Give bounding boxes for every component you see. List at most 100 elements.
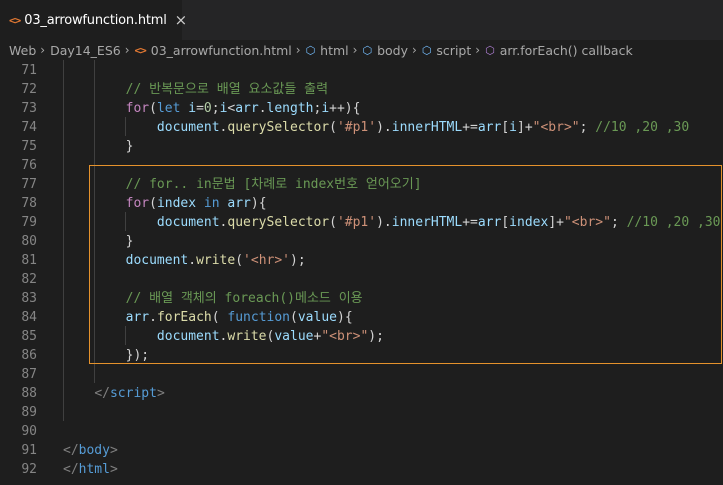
code-token: arr	[235, 101, 259, 116]
code-token: (	[149, 101, 157, 116]
code-token: arr	[125, 310, 150, 325]
code-token: // for.. in문법 [차례로 index번호 얻어오기]	[125, 177, 422, 192]
code-line[interactable]: 83 // 배열 객체의 foreach()메소드 이용	[0, 289, 723, 308]
breadcrumb-item-web[interactable]: Web	[9, 43, 36, 58]
line-number: 89	[21, 405, 37, 420]
code-token: ).	[376, 215, 392, 230]
code-line[interactable]: 82	[0, 270, 723, 289]
code-token: //10 ,20 ,30	[595, 120, 690, 135]
code-line[interactable]: 77 // for.. in문법 [차례로 index번호 얻어오기]	[0, 175, 723, 194]
code-token: ;	[211, 101, 220, 116]
code-token: //10 ,20 ,30	[626, 215, 721, 230]
code-token: .	[188, 253, 197, 268]
code-token: +=	[462, 120, 478, 135]
tab-bar: <> 03_arrowfunction.html ×	[0, 0, 723, 40]
line-number: 71	[21, 63, 37, 78]
code-line[interactable]: 71	[0, 61, 723, 80]
code-line[interactable]: 88 </script>	[0, 384, 723, 403]
code-text: for(index in arr){	[63, 194, 267, 213]
breadcrumb-item-callback[interactable]: ⬡ arr.forEach() callback	[485, 43, 633, 58]
code-token: </	[63, 443, 79, 458]
code-line[interactable]: 81 document.write('<hr>');	[0, 251, 723, 270]
line-number: 87	[21, 367, 37, 382]
code-text: // 배열 객체의 foreach()메소드 이용	[63, 289, 363, 308]
code-token: "<br>"	[321, 329, 369, 344]
code-token: // 반복문으로 배열 요소값들 출력	[125, 82, 329, 97]
code-line[interactable]: 91 </body>	[0, 441, 723, 460]
code-line[interactable]: 74 document.querySelector('#p1').innerHT…	[0, 118, 723, 137]
code-line[interactable]: 89	[0, 403, 723, 422]
tab-03-arrowfunction[interactable]: <> 03_arrowfunction.html ×	[0, 0, 187, 40]
line-number: 86	[21, 348, 37, 363]
code-line[interactable]: 76	[0, 156, 723, 175]
line-number: 77	[21, 177, 37, 192]
code-token: =	[196, 101, 204, 116]
line-number: 90	[21, 424, 37, 439]
code-text: </body>	[63, 441, 118, 460]
code-line[interactable]: 79 document.querySelector('#p1').innerHT…	[0, 213, 723, 232]
breadcrumb-item-script[interactable]: ⬡ script	[422, 43, 471, 58]
code-token: [	[501, 215, 510, 230]
code-token: (	[329, 215, 337, 230]
line-number: 91	[21, 443, 37, 458]
close-icon[interactable]: ×	[175, 13, 188, 28]
code-line[interactable]: 73 for(let i=0;i<arr.length;i++){	[0, 99, 723, 118]
code-line[interactable]: 84 arr.forEach( function(value){	[0, 308, 723, 327]
code-line[interactable]: 85 document.write(value+"<br>");	[0, 327, 723, 346]
code-line[interactable]: 86 });	[0, 346, 723, 365]
breadcrumb-label: 03_arrowfunction.html	[150, 42, 292, 58]
chevron-right-icon: ›	[40, 43, 46, 57]
code-text: // for.. in문법 [차례로 index번호 얻어오기]	[63, 175, 422, 194]
code-token: );	[290, 253, 306, 268]
breadcrumb-label: Web	[9, 42, 37, 58]
code-token: >	[156, 386, 165, 401]
code-token: body	[78, 443, 110, 458]
code-text: for(let i=0;i<arr.length;i++){	[63, 99, 361, 118]
code-token: // 배열 객체의 foreach()메소드 이용	[125, 291, 363, 306]
code-text: document.querySelector('#p1').innerHTML+…	[63, 118, 689, 137]
code-token: [	[501, 120, 510, 135]
code-line[interactable]: 72 // 반복문으로 배열 요소값들 출력	[0, 80, 723, 99]
code-text: arr.forEach( function(value){	[63, 308, 353, 327]
code-token: i	[509, 120, 517, 135]
breadcrumb-item-html[interactable]: ⬡ html	[306, 43, 349, 58]
breadcrumb-item-body[interactable]: ⬡ body	[362, 43, 408, 58]
code-line[interactable]: 78 for(index in arr){	[0, 194, 723, 213]
breadcrumb-item-file[interactable]: <> 03_arrowfunction.html	[135, 43, 292, 58]
code-token: ){	[250, 196, 267, 211]
code-line[interactable]: 87	[0, 365, 723, 384]
code-token: '#p1'	[336, 215, 377, 230]
code-token: i	[321, 101, 330, 116]
code-token: let	[156, 101, 181, 116]
code-token: .	[149, 310, 157, 325]
code-token: (	[329, 120, 337, 135]
code-line[interactable]: 80 }	[0, 232, 723, 251]
code-line[interactable]: 90	[0, 422, 723, 441]
line-number: 73	[21, 101, 37, 116]
code-token: (	[211, 310, 228, 325]
code-token: value	[297, 310, 337, 325]
code-line[interactable]: 75 }	[0, 137, 723, 156]
code-text: document.write('<hr>');	[63, 251, 306, 270]
code-text: </html>	[63, 460, 118, 479]
breadcrumb-item-day14[interactable]: Day14_ES6	[50, 43, 121, 58]
html-file-icon: <>	[134, 43, 147, 57]
code-token: document	[156, 329, 220, 344]
code-text: }	[63, 232, 134, 251]
chevron-right-icon: ›	[352, 43, 358, 57]
line-number: 76	[21, 158, 37, 173]
code-editor[interactable]: 71 72 // 반복문으로 배열 요소값들 출력 73 for(let i=0;i…	[0, 60, 723, 485]
code-token: function	[227, 310, 291, 325]
line-number: 83	[21, 291, 37, 306]
code-token: document	[156, 120, 220, 135]
chevron-right-icon: ›	[124, 43, 130, 57]
code-line[interactable]: 92 </html>	[0, 460, 723, 479]
tab-title: 03_arrowfunction.html	[24, 13, 167, 28]
line-number: 85	[21, 329, 37, 344]
